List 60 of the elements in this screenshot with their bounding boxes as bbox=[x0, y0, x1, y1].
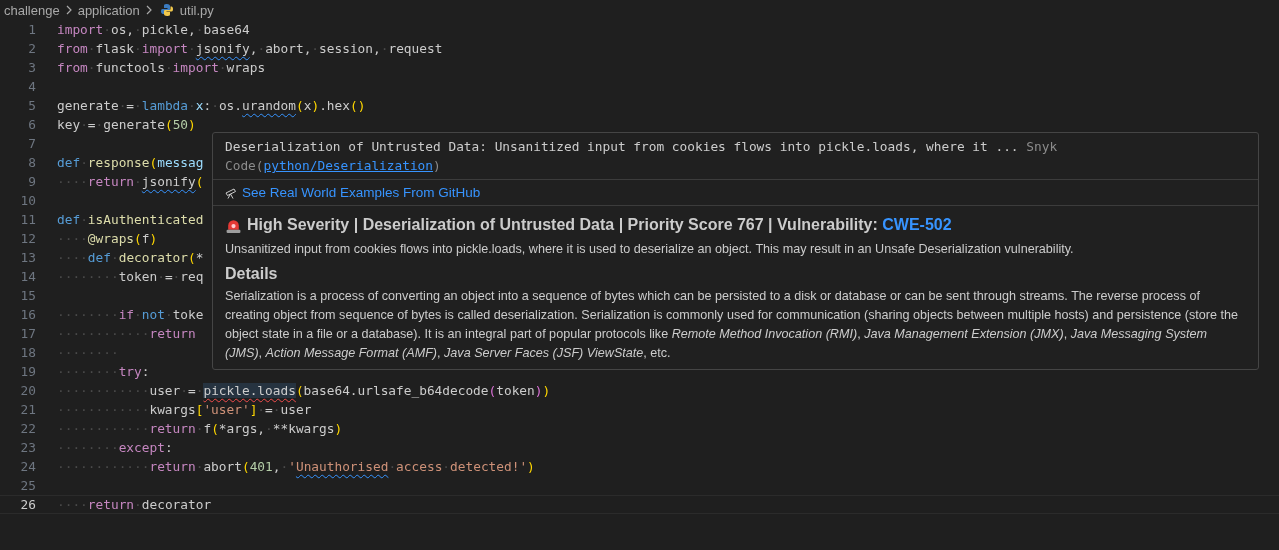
code-line: ········token·=·req bbox=[57, 269, 204, 284]
line-number: 6 bbox=[27, 117, 37, 132]
line-number: 26 bbox=[19, 497, 37, 512]
code-line: from·flask·import·jsonify,·abort,·session,·request bbox=[57, 41, 443, 56]
code-line: ············return·f(*args,·**kwargs) bbox=[57, 421, 343, 436]
code-line: ····def·decorator(* bbox=[57, 250, 204, 265]
line-number: 17 bbox=[19, 326, 37, 341]
line-number: 4 bbox=[27, 79, 37, 94]
rule-link[interactable]: python/Deserialization bbox=[263, 158, 434, 173]
line-number: 18 bbox=[19, 345, 37, 360]
code-line: def·isAuthenticated bbox=[57, 212, 204, 227]
line-number: 3 bbox=[27, 60, 37, 75]
line-number: 11 bbox=[19, 212, 37, 227]
line-number: 7 bbox=[27, 136, 37, 151]
line-number: 15 bbox=[19, 288, 37, 303]
examples-link[interactable]: See Real World Examples From GitHub bbox=[242, 185, 481, 200]
line-number: 10 bbox=[19, 193, 37, 208]
code-line: ············user·=·pickle.loads(base64.urlsafe_b64decode(token)) bbox=[57, 383, 551, 398]
code-line: ········try: bbox=[57, 364, 150, 379]
breadcrumb-folder[interactable]: challenge bbox=[4, 2, 60, 18]
code-line: ····return·decorator bbox=[57, 497, 212, 512]
hover-message: Deserialization of Untrusted Data: Unsanitized input from cookies flows into pickle.loads, where it ... Snyk Code(python/Deserialization) bbox=[225, 138, 1059, 175]
line-number: 2 bbox=[27, 41, 37, 56]
line-number: 9 bbox=[27, 174, 37, 189]
line-number: 13 bbox=[19, 250, 37, 265]
details-heading: Details bbox=[225, 265, 279, 283]
code-line: ····@wraps(f) bbox=[57, 231, 158, 246]
code-line: ········except: bbox=[57, 440, 173, 455]
line-number: 16 bbox=[19, 307, 37, 322]
line-number: 23 bbox=[19, 440, 37, 455]
line-number: 22 bbox=[19, 421, 37, 436]
code-line: ············kwargs['user']·=·user bbox=[57, 402, 312, 417]
code-line: ········ bbox=[57, 345, 119, 360]
code-line: ········if·not·toke bbox=[57, 307, 204, 322]
code-line: ············return·abort(401,·'Unauthorised·access·detected!') bbox=[57, 459, 535, 474]
line-number: 25 bbox=[19, 478, 37, 493]
line-number: 19 bbox=[19, 364, 37, 379]
code-line: generate·=·lambda·x:·os.urandom(x).hex() bbox=[57, 98, 366, 113]
line-number: 21 bbox=[19, 402, 37, 417]
code-line: key·=·generate(50) bbox=[57, 117, 196, 132]
breadcrumb-folder[interactable]: application bbox=[77, 2, 140, 18]
code-line: from·functools·import·wraps bbox=[57, 60, 266, 75]
telescope-icon bbox=[225, 186, 237, 199]
details-text: Serialization is a process of converting an object into a sequence of bytes which can be persisted to a disk or database or can be sent through streams. The reverse process of creating object from sequence of bytes is called deserialization. Serialization is commonly used for communication (sharing objects between multiple hosts) and persistence (store the object state in a file or a database). It is an integral part of popular protocols like Remote Method Invocation (RMI), Java Management Extension (JMX), Java Messaging System (JMS), Action Message Format (AMF), Java Server Faces (JSF) ViewState, etc. bbox=[225, 288, 1239, 362]
line-number: 8 bbox=[27, 155, 37, 170]
code-line: ············return bbox=[57, 326, 196, 341]
line-number: 5 bbox=[27, 98, 37, 113]
line-number: 1 bbox=[27, 22, 37, 37]
cwe-link[interactable]: CWE-502 bbox=[882, 216, 952, 233]
code-line: import·os,·pickle,·base64 bbox=[57, 22, 250, 37]
code-line: def·response(messag bbox=[57, 155, 204, 170]
python-file-icon bbox=[159, 3, 174, 17]
breadcrumb-file[interactable]: util.py bbox=[179, 2, 214, 18]
line-number: 20 bbox=[19, 383, 37, 398]
line-number: 14 bbox=[19, 269, 37, 284]
line-number: 12 bbox=[19, 231, 37, 246]
severity-heading: High Severity | Deserialization of Untrusted Data | Priority Score 767 | Vulnerability: CWE-502 bbox=[247, 216, 952, 234]
line-number: 24 bbox=[19, 459, 37, 474]
code-line: ····return·jsonify( bbox=[57, 174, 204, 189]
summary-text: Unsanitized input from cookies flows into pickle.loads, where it is used to deserialize an object. This may result in an Unsafe Deserialization vulnerability. bbox=[225, 241, 1075, 258]
